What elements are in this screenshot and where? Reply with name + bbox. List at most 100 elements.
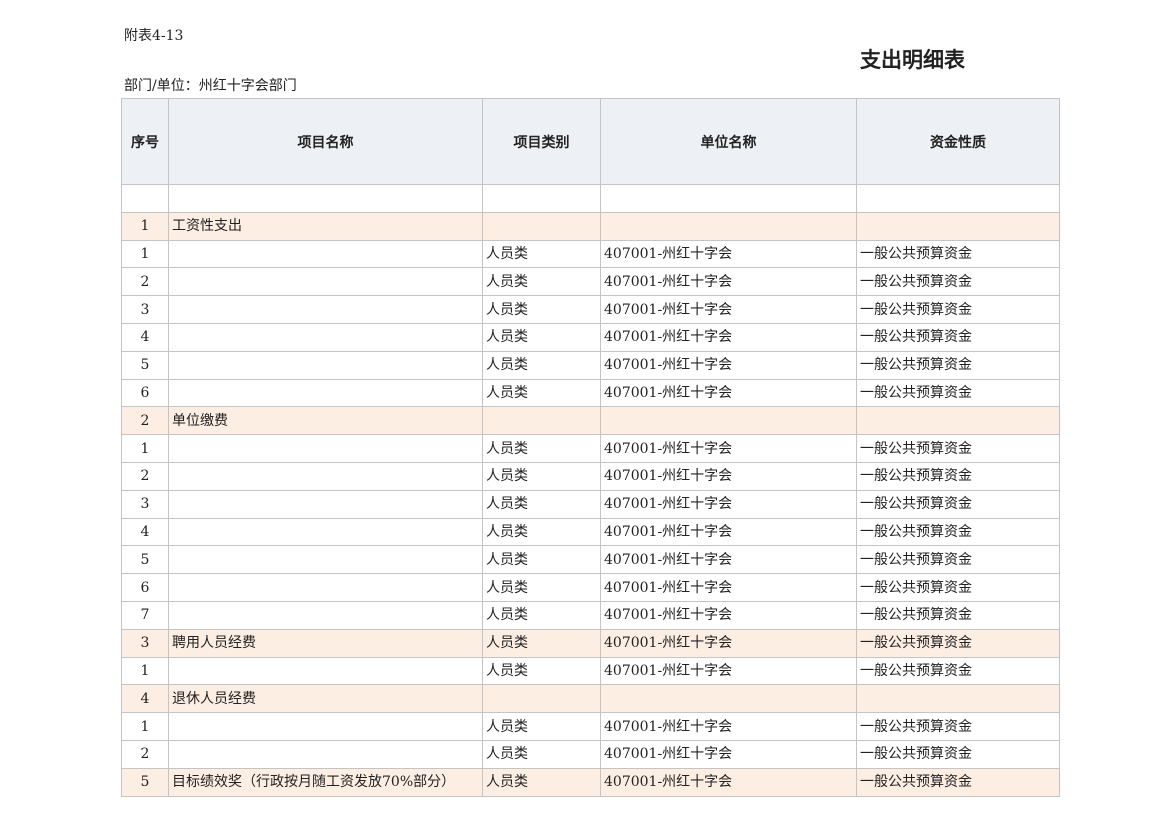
cell-unit-name: 407001-州红十字会 bbox=[600, 489, 857, 519]
cell-seq: 5 bbox=[121, 545, 169, 575]
cell-project-name bbox=[168, 295, 483, 324]
table-body: 1 工资性支出 1 人员类 407001-州红十字会 一般公共预算资金 2 人员类 407001… bbox=[121, 184, 1060, 797]
cell-seq: 2 bbox=[121, 406, 169, 436]
cell-project-category: 人员类 bbox=[482, 489, 601, 519]
cell-unit-name: 407001-州红十字会 bbox=[600, 739, 857, 769]
cell-seq: 2 bbox=[121, 267, 169, 297]
cell-project-name bbox=[168, 656, 483, 686]
table-row: 4 人员类 407001-州红十字会 一般公共预算资金 bbox=[121, 517, 1060, 547]
cell-project-name bbox=[168, 517, 483, 547]
cell-project-category: 人员类 bbox=[482, 600, 601, 630]
header-seq: 序号 bbox=[121, 98, 169, 185]
cell-unit-name: 407001-州红十字会 bbox=[600, 322, 857, 352]
cell-seq: 3 bbox=[121, 628, 169, 658]
cell-project-name bbox=[168, 350, 483, 380]
cell-project-name: 聘用人员经费 bbox=[168, 628, 483, 658]
cell-project-name: 单位缴费 bbox=[168, 406, 483, 436]
cell-unit-name: 407001-州红十字会 bbox=[600, 628, 857, 658]
cell-unit-name bbox=[600, 406, 857, 436]
cell-unit-name: 407001-州红十字会 bbox=[600, 350, 857, 380]
cell-project-category: 人员类 bbox=[482, 434, 601, 463]
table-row: 7 人员类 407001-州红十字会 一般公共预算资金 bbox=[121, 600, 1060, 630]
cell-fund-nature bbox=[856, 184, 1060, 213]
cell-seq: 1 bbox=[121, 656, 169, 686]
cell-project-name bbox=[168, 322, 483, 352]
table-row: 6 人员类 407001-州红十字会 一般公共预算资金 bbox=[121, 573, 1060, 602]
cell-project-category bbox=[482, 211, 601, 241]
cell-fund-nature: 一般公共预算资金 bbox=[856, 712, 1060, 741]
cell-project-category: 人员类 bbox=[482, 322, 601, 352]
cell-fund-nature: 一般公共预算资金 bbox=[856, 628, 1060, 658]
table-row: 2 人员类 407001-州红十字会 一般公共预算资金 bbox=[121, 739, 1060, 769]
cell-seq: 6 bbox=[121, 573, 169, 602]
table-row: 1 人员类 407001-州红十字会 一般公共预算资金 bbox=[121, 239, 1060, 269]
cell-unit-name: 407001-州红十字会 bbox=[600, 712, 857, 741]
cell-project-name bbox=[168, 184, 483, 213]
cell-project-category bbox=[482, 684, 601, 714]
cell-fund-nature: 一般公共预算资金 bbox=[856, 739, 1060, 769]
cell-project-category: 人员类 bbox=[482, 517, 601, 547]
table-row: 5 人员类 407001-州红十字会 一般公共预算资金 bbox=[121, 350, 1060, 380]
appendix-label: 附表4-13 bbox=[124, 28, 184, 44]
cell-fund-nature: 一般公共预算资金 bbox=[856, 545, 1060, 575]
cell-unit-name: 407001-州红十字会 bbox=[600, 461, 857, 491]
cell-project-name bbox=[168, 239, 483, 269]
cell-project-name bbox=[168, 573, 483, 602]
cell-fund-nature: 一般公共预算资金 bbox=[856, 239, 1060, 269]
cell-seq: 1 bbox=[121, 434, 169, 463]
cell-project-category: 人员类 bbox=[482, 739, 601, 769]
cell-fund-nature bbox=[856, 406, 1060, 436]
cell-project-category: 人员类 bbox=[482, 573, 601, 602]
table-row: 3 人员类 407001-州红十字会 一般公共预算资金 bbox=[121, 489, 1060, 519]
cell-fund-nature: 一般公共预算资金 bbox=[856, 461, 1060, 491]
cell-fund-nature bbox=[856, 211, 1060, 241]
cell-seq: 2 bbox=[121, 461, 169, 491]
cell-seq: 2 bbox=[121, 739, 169, 769]
table-group-row: 2 单位缴费 bbox=[121, 406, 1060, 436]
cell-unit-name bbox=[600, 211, 857, 241]
cell-project-category: 人员类 bbox=[482, 350, 601, 380]
cell-unit-name: 407001-州红十字会 bbox=[600, 767, 857, 797]
table-row: 1 人员类 407001-州红十字会 一般公共预算资金 bbox=[121, 434, 1060, 463]
cell-unit-name: 407001-州红十字会 bbox=[600, 434, 857, 463]
cell-project-name bbox=[168, 739, 483, 769]
cell-unit-name: 407001-州红十字会 bbox=[600, 267, 857, 297]
cell-seq: 5 bbox=[121, 767, 169, 797]
cell-fund-nature bbox=[856, 684, 1060, 714]
cell-unit-name: 407001-州红十字会 bbox=[600, 295, 857, 324]
table-group-row: 1 工资性支出 bbox=[121, 211, 1060, 241]
cell-unit-name: 407001-州红十字会 bbox=[600, 656, 857, 686]
cell-seq: 1 bbox=[121, 239, 169, 269]
cell-project-name bbox=[168, 461, 483, 491]
cell-fund-nature: 一般公共预算资金 bbox=[856, 656, 1060, 686]
cell-project-name bbox=[168, 267, 483, 297]
header-project-name: 项目名称 bbox=[168, 98, 483, 185]
cell-project-name bbox=[168, 600, 483, 630]
cell-fund-nature: 一般公共预算资金 bbox=[856, 573, 1060, 602]
table-row: 3 人员类 407001-州红十字会 一般公共预算资金 bbox=[121, 295, 1060, 324]
header-unit-name: 单位名称 bbox=[600, 98, 857, 185]
header-project-category: 项目类别 bbox=[482, 98, 601, 185]
cell-project-name bbox=[168, 545, 483, 575]
cell-fund-nature: 一般公共预算资金 bbox=[856, 434, 1060, 463]
cell-seq: 6 bbox=[121, 378, 169, 408]
cell-project-name bbox=[168, 378, 483, 408]
cell-seq: 4 bbox=[121, 684, 169, 714]
header-fund-nature: 资金性质 bbox=[856, 98, 1060, 185]
cell-project-name: 目标绩效奖（行政按月随工资发放70%部分） bbox=[168, 767, 483, 797]
cell-unit-name: 407001-州红十字会 bbox=[600, 239, 857, 269]
cell-unit-name: 407001-州红十字会 bbox=[600, 378, 857, 408]
cell-seq: 1 bbox=[121, 712, 169, 741]
table-header-row: 序号 项目名称 项目类别 单位名称 资金性质 bbox=[121, 98, 1060, 185]
cell-project-category: 人员类 bbox=[482, 461, 601, 491]
cell-seq bbox=[121, 184, 169, 213]
page-title: 支出明细表 bbox=[860, 48, 965, 72]
cell-fund-nature: 一般公共预算资金 bbox=[856, 767, 1060, 797]
cell-project-category: 人员类 bbox=[482, 712, 601, 741]
cell-project-category: 人员类 bbox=[482, 767, 601, 797]
table-row: 1 人员类 407001-州红十字会 一般公共预算资金 bbox=[121, 712, 1060, 741]
table-group-row: 3 聘用人员经费 人员类 407001-州红十字会 一般公共预算资金 bbox=[121, 628, 1060, 658]
cell-seq: 7 bbox=[121, 600, 169, 630]
table-row: 1 人员类 407001-州红十字会 一般公共预算资金 bbox=[121, 656, 1060, 686]
expense-detail-table: 序号 项目名称 项目类别 单位名称 资金性质 1 工资性支出 1 人员类 407001-… bbox=[121, 98, 1060, 797]
